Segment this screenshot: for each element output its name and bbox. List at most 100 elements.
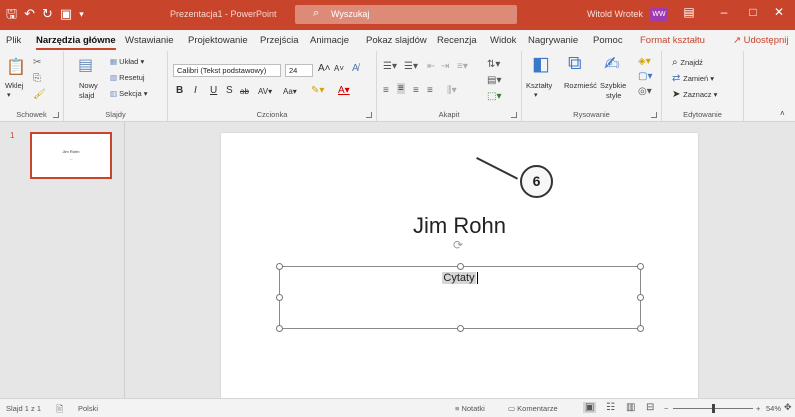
arrange-icon[interactable]: ⧉ xyxy=(568,53,582,75)
align-left-icon[interactable]: ≡ xyxy=(383,85,389,96)
slide-title[interactable]: Jim Rohn xyxy=(221,213,698,239)
fit-to-window-icon[interactable]: ✥ xyxy=(784,402,792,413)
zoom-level[interactable]: 54% xyxy=(766,404,781,413)
bullets-icon[interactable]: ☰▾ xyxy=(383,61,397,72)
new-slide-button[interactable]: Nowy xyxy=(79,81,98,90)
layout-button[interactable]: ▦ Układ ▾ xyxy=(110,57,144,66)
numbering-icon[interactable]: ☰▾ xyxy=(404,61,418,72)
tab-shape-format[interactable]: Format kształtu xyxy=(640,35,705,46)
save-icon[interactable]: 🖫 xyxy=(6,5,17,23)
language-indicator[interactable]: Polski xyxy=(78,404,98,413)
paste-dropdown-icon[interactable]: ▾ xyxy=(7,91,11,99)
tab-animations[interactable]: Animacje xyxy=(310,35,349,46)
grow-font-icon[interactable]: A˄ xyxy=(318,63,331,74)
search-input[interactable]: ⌕ Wyszukaj xyxy=(295,5,517,24)
shadow-icon[interactable]: S xyxy=(226,85,233,96)
zoom-out-icon[interactable]: − xyxy=(664,404,668,413)
resize-handle-bottom-left[interactable] xyxy=(276,325,283,332)
close-icon[interactable]: ✕ xyxy=(767,5,791,19)
copy-icon[interactable]: ⎘ xyxy=(33,73,41,84)
undo-icon[interactable]: ↶ xyxy=(24,5,35,23)
paste-button[interactable]: Wklej xyxy=(5,81,23,90)
new-slide-icon[interactable]: ▤ xyxy=(78,55,93,75)
shape-outline-icon[interactable]: ▢▾ xyxy=(638,71,652,82)
resize-handle-right[interactable] xyxy=(637,294,644,301)
notes-button[interactable]: ≡ Notatki xyxy=(455,404,485,413)
align-right-icon[interactable]: ≡ xyxy=(413,85,419,96)
subtitle-text[interactable]: Cytaty xyxy=(280,272,640,284)
reset-button[interactable]: ▧ Resetuj xyxy=(110,73,145,82)
align-center-icon[interactable]: ≡ xyxy=(397,83,405,94)
quick-styles-label-2[interactable]: style xyxy=(606,91,621,100)
normal-view-icon[interactable]: ▣ xyxy=(583,402,597,413)
subtitle-placeholder[interactable]: Cytaty xyxy=(276,263,644,332)
align-text-icon[interactable]: ▤▾ xyxy=(487,75,501,86)
zoom-slider-thumb[interactable] xyxy=(712,404,715,413)
italic-icon[interactable]: I xyxy=(194,85,197,96)
drawing-launcher-icon[interactable] xyxy=(651,112,657,118)
resize-handle-top-left[interactable] xyxy=(276,263,283,270)
subtitle-selected-text[interactable]: Cytaty xyxy=(442,272,476,284)
paragraph-launcher-icon[interactable] xyxy=(511,112,517,118)
change-case-icon[interactable]: Aa▾ xyxy=(283,87,297,96)
accessibility-icon[interactable]: 🖹 xyxy=(56,402,63,417)
resize-handle-left[interactable] xyxy=(276,294,283,301)
zoom-in-icon[interactable]: + xyxy=(756,404,760,413)
resize-handle-top[interactable] xyxy=(457,263,464,270)
tab-file[interactable]: Plik xyxy=(6,35,21,46)
smartart-icon[interactable]: ⬚▾ xyxy=(487,91,501,102)
shape-fill-icon[interactable]: ◈▾ xyxy=(638,56,651,67)
tab-review[interactable]: Recenzja xyxy=(437,35,477,46)
tab-help[interactable]: Pomoc xyxy=(593,35,623,46)
maximize-icon[interactable]: □ xyxy=(741,5,765,19)
clear-formatting-icon[interactable]: A̸ xyxy=(352,63,359,74)
shapes-dropdown-icon[interactable]: ▾ xyxy=(534,91,538,99)
decrease-indent-icon[interactable]: ⇤ xyxy=(427,61,435,72)
clipboard-launcher-icon[interactable] xyxy=(53,112,59,118)
minimize-icon[interactable]: – xyxy=(712,5,736,19)
rotate-handle-icon[interactable]: ⟳ xyxy=(453,238,463,252)
font-size-select[interactable]: 24 xyxy=(285,64,313,77)
tab-insert[interactable]: Wstawianie xyxy=(125,35,174,46)
bold-icon[interactable]: B xyxy=(176,85,183,96)
quick-styles-icon[interactable]: ✍ xyxy=(604,53,620,76)
increase-indent-icon[interactable]: ⇥ xyxy=(441,61,449,72)
paste-icon[interactable]: 📋 xyxy=(6,57,26,77)
highlight-icon[interactable]: ✎▾ xyxy=(311,85,324,96)
start-presentation-icon[interactable]: ▣ xyxy=(60,5,72,23)
shapes-icon[interactable]: ◧ xyxy=(532,53,550,76)
font-name-select[interactable]: Calibri (Tekst podstawowy) xyxy=(173,64,281,77)
char-spacing-icon[interactable]: AV▾ xyxy=(258,87,272,96)
tab-home[interactable]: Narzędzia główne xyxy=(36,35,116,50)
underline-icon[interactable]: U xyxy=(210,85,217,96)
avatar[interactable]: WW xyxy=(650,8,668,21)
find-button[interactable]: ⌕ Znajdź xyxy=(672,57,703,68)
slide-sorter-icon[interactable]: ☷ xyxy=(606,402,615,413)
font-launcher-icon[interactable] xyxy=(366,112,372,118)
comments-button[interactable]: ▭ Komentarze xyxy=(508,404,558,413)
section-button[interactable]: ▥ Sekcja ▾ xyxy=(110,89,148,98)
user-name[interactable]: Witold Wrotek xyxy=(587,9,643,19)
tab-design[interactable]: Projektowanie xyxy=(188,35,248,46)
slide-thumbnail[interactable]: Jim Rohn — xyxy=(30,132,112,179)
tab-slideshow[interactable]: Pokaz slajdów xyxy=(366,35,427,46)
format-painter-icon[interactable]: 🖌 xyxy=(33,89,46,100)
redo-icon[interactable]: ↻ xyxy=(42,5,53,23)
line-spacing-icon[interactable]: ≡▾ xyxy=(457,61,468,72)
resize-handle-bottom[interactable] xyxy=(457,325,464,332)
tab-transitions[interactable]: Przejścia xyxy=(260,35,299,46)
new-slide-label-2[interactable]: slajd xyxy=(79,91,94,100)
cut-icon[interactable]: ✂ xyxy=(33,57,41,68)
slideshow-icon[interactable]: ⊟ xyxy=(646,402,654,413)
share-button[interactable]: ↗ Udostępnij xyxy=(733,35,789,46)
resize-handle-bottom-right[interactable] xyxy=(637,325,644,332)
shapes-button[interactable]: Kształty xyxy=(526,81,552,90)
collapse-ribbon-icon[interactable]: ˄ xyxy=(780,109,785,118)
ribbon-display-options-icon[interactable]: ▤ xyxy=(677,5,701,19)
shrink-font-icon[interactable]: A˅ xyxy=(334,64,344,73)
arrange-button[interactable]: Rozmieść xyxy=(564,81,597,90)
font-color-icon[interactable]: A▾ xyxy=(338,85,350,96)
quick-styles-button[interactable]: Szybkie xyxy=(600,81,626,90)
text-direction-icon[interactable]: ⇅▾ xyxy=(487,59,500,70)
select-button[interactable]: ➤ Zaznacz ▾ xyxy=(672,89,717,100)
